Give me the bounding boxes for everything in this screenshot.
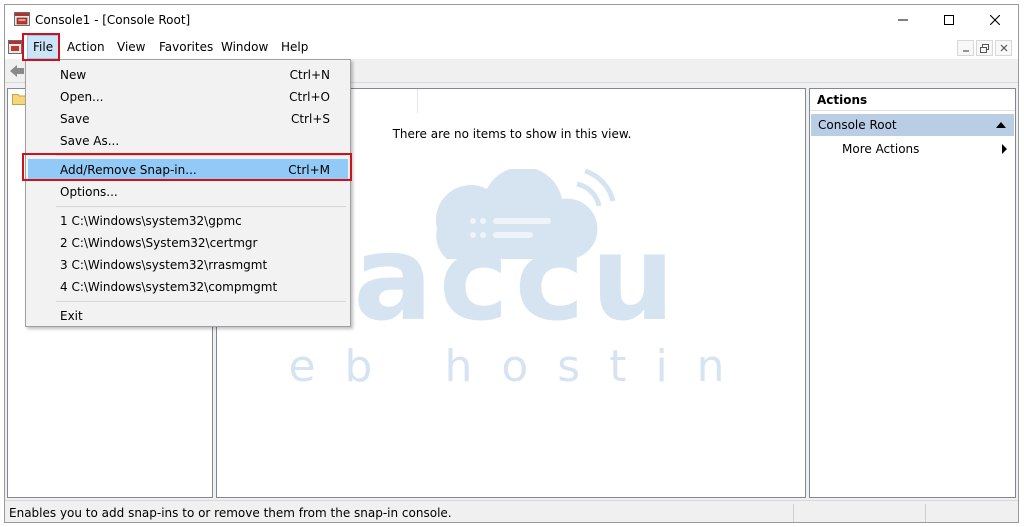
file-menu-dropdown: New Ctrl+N Open... Ctrl+O Save Ctrl+S Sa…	[25, 59, 351, 327]
watermark-brand: accu	[353, 209, 681, 347]
actions-section-label: Console Root	[818, 118, 897, 132]
file-menu-exit[interactable]: Exit	[28, 305, 348, 327]
menu-help[interactable]: Help	[276, 35, 313, 59]
menu-separator	[56, 206, 346, 207]
close-icon	[990, 15, 1000, 25]
mmc-app-icon	[14, 12, 30, 26]
submenu-arrow-icon	[1002, 144, 1007, 154]
minimize-icon	[898, 19, 908, 21]
title-bar[interactable]: Console1 - [Console Root]	[5, 5, 1018, 35]
back-arrow-icon[interactable]	[10, 65, 24, 77]
status-separator	[925, 504, 926, 522]
status-separator	[793, 504, 794, 522]
mdi-close-button[interactable]	[995, 40, 1012, 56]
column-divider	[417, 89, 418, 113]
console-doc-icon[interactable]	[8, 40, 22, 54]
file-menu-add-remove-snap-in[interactable]: Add/Remove Snap-in... Ctrl+M	[28, 159, 348, 181]
window-title: Console1 - [Console Root]	[35, 13, 191, 27]
close-button[interactable]	[972, 5, 1018, 35]
watermark-tagline: web hosting	[287, 341, 747, 389]
menu-window[interactable]: Window	[216, 35, 273, 59]
file-menu-new[interactable]: New Ctrl+N	[28, 64, 348, 86]
menu-favorites[interactable]: Favorites	[154, 35, 218, 59]
action-label: More Actions	[842, 142, 920, 156]
actions-section-console-root[interactable]: Console Root	[811, 114, 1014, 136]
file-menu-open[interactable]: Open... Ctrl+O	[28, 86, 348, 108]
action-more-actions[interactable]: More Actions	[810, 138, 1015, 160]
maximize-icon	[944, 15, 954, 25]
close-icon	[1000, 44, 1007, 52]
file-menu-recent-4[interactable]: 4 C:\Windows\system32\compmgmt	[28, 276, 348, 298]
menu-separator	[56, 301, 346, 302]
actions-pane: Actions Console Root More Actions	[809, 88, 1016, 498]
status-text: Enables you to add snap-ins to or remove…	[9, 506, 452, 520]
file-menu-recent-2[interactable]: 2 C:\Windows\System32\certmgr	[28, 232, 348, 254]
menu-bar: File Action View Favorites Window Help	[5, 35, 1018, 59]
mdi-window-controls	[957, 40, 1012, 56]
collapse-up-icon[interactable]	[996, 122, 1006, 128]
mdi-restore-button[interactable]	[976, 40, 993, 56]
menu-action[interactable]: Action	[62, 35, 110, 59]
file-menu-recent-1[interactable]: 1 C:\Windows\system32\gpmc	[28, 210, 348, 232]
file-menu-save-as[interactable]: Save As...	[28, 130, 348, 152]
maximize-button[interactable]	[926, 5, 972, 35]
menu-separator	[56, 155, 346, 156]
menu-view[interactable]: View	[112, 35, 150, 59]
minimize-button[interactable]	[880, 5, 926, 35]
status-bar: Enables you to add snap-ins to or remove…	[5, 500, 1018, 522]
actions-header: Actions	[810, 89, 1015, 111]
file-menu-options[interactable]: Options...	[28, 181, 348, 203]
menu-file[interactable]: File	[27, 35, 60, 59]
file-menu-save[interactable]: Save Ctrl+S	[28, 108, 348, 130]
mdi-minimize-button[interactable]	[957, 40, 974, 56]
file-menu-recent-3[interactable]: 3 C:\Windows\system32\rrasmgmt	[28, 254, 348, 276]
restore-icon	[980, 43, 989, 53]
minimize-icon	[962, 50, 969, 52]
mmc-window: Console1 - [Console Root] File Action Vi…	[4, 4, 1019, 523]
accu-web-hosting-watermark: accu web hosting	[287, 169, 747, 389]
